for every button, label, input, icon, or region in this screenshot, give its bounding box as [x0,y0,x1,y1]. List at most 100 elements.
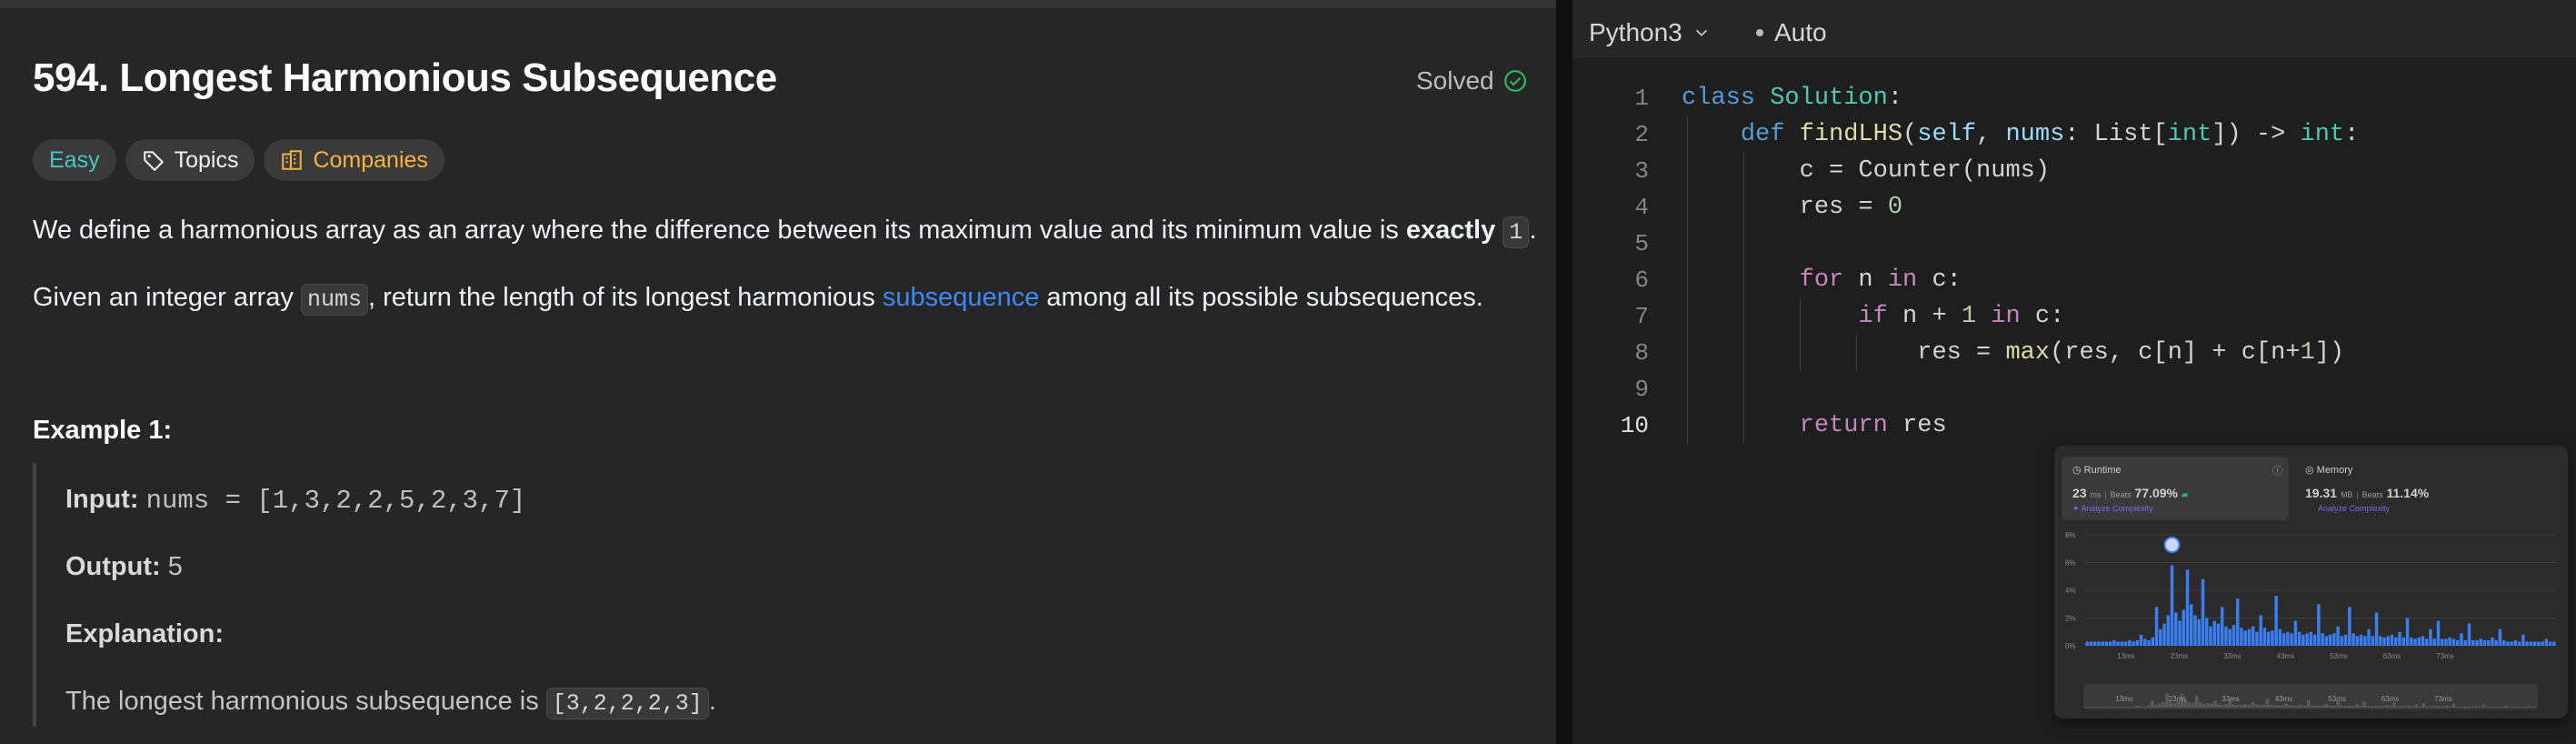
solved-status: Solved [1416,66,1527,96]
distribution-bar [2429,628,2432,646]
distribution-bar [2290,633,2293,646]
distribution-bar [2143,638,2147,646]
dot-icon [1756,29,1763,36]
distribution-bar [2359,634,2363,646]
minimap-bar [2392,702,2396,708]
code-editor-panel: Python3 Auto 1 2 3 4 5 6 7 8 9 10 class … [1573,0,2576,744]
companies-tag[interactable]: Companies [264,139,444,181]
minimap-bar [2210,703,2213,708]
memory-box[interactable]: ◎ Memory 19.31 MB | Beats 11.14% Analyze… [2300,457,2527,520]
y-tick-label: 8% [2065,531,2076,539]
minimap-bar [2332,705,2337,708]
distribution-bar [2332,633,2336,646]
x-tick-label: 63ms [2383,652,2401,660]
distribution-bar [2417,637,2421,646]
subsequence-link[interactable]: subsequence [883,283,1040,312]
minimap-bar [2504,705,2508,708]
distribution-bar [2525,641,2529,646]
example-explanation-label: Explanation: [65,619,225,648]
distribution-bar [2235,598,2240,646]
your-runtime-marker [2163,537,2181,553]
minimap-bar [2213,700,2217,708]
x-tick-label: 43ms [2277,652,2295,660]
minimap-bar [2343,706,2348,708]
minimap-bar [2221,704,2225,708]
topics-tag[interactable]: Topics [125,139,255,181]
y-tick-label: 4% [2065,587,2076,595]
minimap-bar [2362,701,2366,708]
minimap-bar [2384,705,2389,708]
chart-range-slider[interactable]: 13ms 23ms 33ms 43ms 53ms 63ms 73ms [2083,684,2538,709]
description-paragraph-1: We define a harmonious array as an array… [33,216,1536,248]
distribution-bar [2201,578,2205,646]
x-tick-label: 33ms [2223,652,2242,660]
description-paragraph-2: Given an integer array nums, return the … [33,283,1483,316]
code-area[interactable]: class Solution: def findLHS(self, nums: … [1682,80,2359,444]
language-selector[interactable]: Python3 [1589,18,1712,47]
minimap-bar [2441,706,2444,708]
minimap-bar [2325,704,2329,708]
auto-mode[interactable]: Auto [1756,18,1827,47]
difficulty-tag[interactable]: Easy [33,139,116,181]
runtime-label: ◷ Runtime [2072,465,2122,476]
distribution-bar [2351,633,2355,646]
minimap-bar [2526,706,2531,708]
minimap-tick-label: 33ms [2222,695,2240,703]
minimap-bar [2474,706,2478,708]
runtime-distribution-chart[interactable]: 8% 6% 4% 2% 0% 13ms 23ms 33ms 43ms 53ms 63ms 73ms [2065,529,2561,675]
minimap-bar [2306,699,2311,708]
distribution-bar [2266,631,2271,646]
distribution-bar [2243,630,2247,646]
distribution-bar [2182,609,2185,646]
submission-result-card: ◷ Runtime ⓘ 23 ms | Beats 77.09% ▰ ✦ Ana… [2054,446,2568,719]
distribution-bar [2224,626,2228,646]
problem-title: 594. Longest Harmonious Subsequence [33,55,777,100]
distribution-bar [2398,631,2401,646]
minimap-bar [2295,705,2300,708]
analyze-complexity-link[interactable]: ✦ Analyze Complexity [2072,504,2153,514]
distribution-bar [2379,636,2382,646]
minimap-bar [2359,706,2362,708]
distribution-bar [2456,639,2460,646]
minimap-bar [2478,706,2481,708]
minimap-bar [2224,703,2229,708]
distribution-bar [2355,636,2360,646]
minimap-bar [2254,704,2259,708]
distribution-bar [2301,634,2305,646]
distribution-bar [2513,639,2518,646]
minimap-bar [2321,705,2325,708]
minimap-bar [2467,706,2471,708]
distribution-bar [2159,628,2162,646]
y-tick-label: 2% [2065,615,2076,623]
distribution-bar [2506,641,2510,646]
distribution-bar [2541,641,2544,646]
minimap-bar [2112,707,2117,708]
distribution-bar [2312,634,2317,646]
distribution-bar [2281,633,2286,646]
distribution-bar [2154,607,2159,646]
distribution-bar [2262,628,2267,646]
minimap-bar [2347,705,2351,708]
minimap-bar [2206,703,2210,708]
runtime-box[interactable]: ◷ Runtime ⓘ 23 ms | Beats 77.09% ▰ ✦ Ana… [2062,457,2289,520]
minimap-bar [2377,705,2381,708]
minimap-bar [2139,706,2142,708]
panel-divider[interactable] [1556,0,1573,744]
minimap-bar [2153,704,2158,708]
range-minimap: 13ms 23ms 33ms 43ms 53ms 63ms 73ms [2083,693,2538,708]
distribution-bar [2293,620,2298,646]
distribution-bar [2348,607,2351,646]
minimap-bar [2247,705,2251,708]
minimap-bar [2199,702,2202,708]
minimap-bar [2471,706,2474,708]
distribution-bar [2166,615,2171,646]
distribution-bar [2240,628,2243,646]
analyze-complexity-link[interactable]: Analyze Complexity [2318,504,2390,513]
distribution-bar [2413,638,2417,646]
minimap-bar [2355,704,2359,708]
x-tick-label: 13ms [2117,652,2135,660]
distribution-bar [2390,634,2394,646]
distribution-bar [2548,641,2552,646]
minimap-bar [2489,707,2493,708]
minimap-bar [2311,705,2314,708]
